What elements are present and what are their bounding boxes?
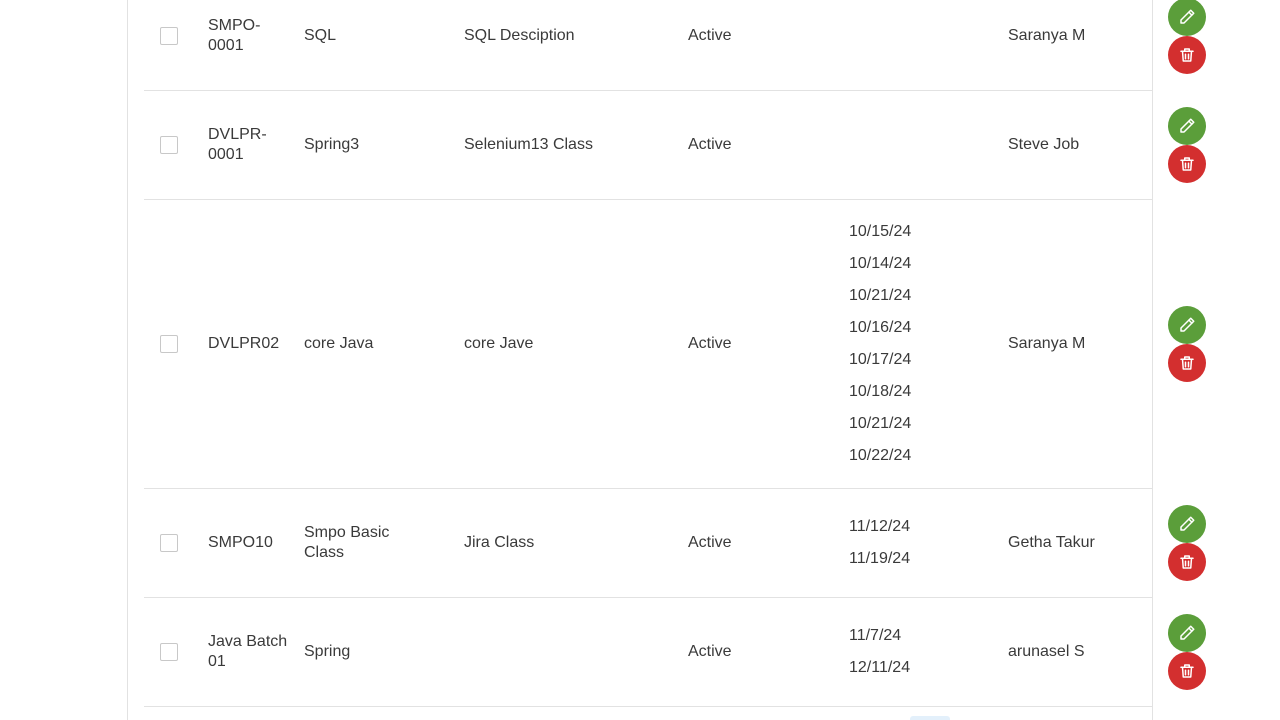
trash-icon	[1180, 664, 1194, 678]
row-checkbox[interactable]	[160, 534, 178, 552]
class-dates: 11/7/24 12/11/24	[849, 620, 969, 684]
row-actions	[1168, 614, 1206, 690]
pencil-icon	[1180, 317, 1195, 332]
table-row: Java Batch 01 Spring Active 11/7/24 12/1…	[144, 598, 1206, 707]
row-actions	[1168, 107, 1206, 183]
batch-trainer: Getha Takur	[1008, 534, 1095, 551]
class-date: 10/18/24	[849, 383, 912, 400]
table-row: SMPO-0001 SQL SQL Desciption Active Sara…	[144, 0, 1206, 91]
batch-status: Active	[688, 27, 732, 44]
batch-status: Active	[688, 136, 732, 153]
pencil-icon	[1180, 9, 1195, 24]
class-dates: 11/12/24 11/19/24	[849, 511, 969, 575]
batch-description: Jira Class	[464, 534, 535, 551]
batch-trainer: Saranya M	[1008, 335, 1086, 352]
row-actions	[1168, 505, 1206, 581]
delete-button[interactable]	[1168, 344, 1206, 382]
row-checkbox[interactable]	[160, 335, 178, 353]
table-row: DVLPR02 core Java core Jave Active 10/15…	[144, 200, 1206, 489]
edit-button[interactable]	[1168, 505, 1206, 543]
class-dates: 10/15/24 10/14/24 10/21/24 10/16/24 10/1…	[849, 216, 969, 472]
batch-name: Spring3	[304, 136, 360, 153]
batch-status: Active	[688, 643, 732, 660]
table-row: DVLPR-0001 Spring3 Selenium13 Class Acti…	[144, 91, 1206, 200]
row-checkbox[interactable]	[160, 136, 178, 154]
pencil-icon	[1180, 118, 1195, 133]
class-date: 10/17/24	[849, 351, 912, 368]
row-checkbox-cell	[160, 643, 178, 661]
row-actions	[1168, 0, 1206, 74]
trash-icon	[1180, 48, 1194, 62]
batch-name: Spring	[304, 643, 351, 660]
delete-button[interactable]	[1168, 145, 1206, 183]
table-row: SMPO10 Smpo Basic Class Jira Class Activ…	[144, 489, 1206, 598]
pencil-icon	[1180, 625, 1195, 640]
delete-button[interactable]	[1168, 36, 1206, 74]
row-checkbox[interactable]	[160, 643, 178, 661]
batch-description: Selenium13 Class	[464, 136, 593, 153]
batch-name: Smpo Basic Class	[304, 524, 390, 561]
batch-code: DVLPR02	[208, 335, 280, 352]
batch-trainer: Steve Job	[1008, 136, 1080, 153]
batch-status: Active	[688, 335, 732, 352]
batch-trainer: Saranya M	[1008, 27, 1086, 44]
left-divider	[127, 0, 128, 720]
batch-code: DVLPR-0001	[208, 126, 267, 163]
batch-name: core Java	[304, 335, 374, 352]
delete-button[interactable]	[1168, 652, 1206, 690]
batch-description: core Jave	[464, 335, 534, 352]
trash-icon	[1180, 157, 1194, 171]
class-date: 10/21/24	[849, 287, 912, 304]
row-checkbox-cell	[160, 534, 178, 552]
class-date: 11/7/24	[849, 627, 902, 644]
batch-status: Active	[688, 534, 732, 551]
trash-icon	[1180, 555, 1194, 569]
row-checkbox[interactable]	[160, 27, 178, 45]
edit-button[interactable]	[1168, 614, 1206, 652]
batch-name: SQL	[304, 27, 337, 44]
class-date: 10/16/24	[849, 319, 912, 336]
class-date: 10/22/24	[849, 447, 912, 464]
row-checkbox-cell	[160, 27, 178, 45]
row-actions	[1168, 306, 1206, 382]
batch-description: SQL Desciption	[464, 27, 575, 44]
delete-button[interactable]	[1168, 543, 1206, 581]
row-checkbox-cell	[160, 136, 178, 154]
class-date: 11/12/24	[849, 518, 911, 535]
batch-code: Java Batch 01	[208, 633, 288, 670]
class-date: 10/15/24	[849, 223, 912, 240]
pagination-button[interactable]	[910, 716, 950, 720]
class-date: 10/14/24	[849, 255, 912, 272]
batch-code: SMPO10	[208, 534, 273, 551]
row-checkbox-cell	[160, 335, 178, 353]
edit-button[interactable]	[1168, 0, 1206, 36]
batch-table: SMPO-0001 SQL SQL Desciption Active Sara…	[144, 0, 1280, 707]
batch-trainer: arunasel S	[1008, 643, 1085, 660]
trash-icon	[1180, 356, 1194, 370]
class-date: 12/11/24	[849, 659, 911, 676]
edit-button[interactable]	[1168, 107, 1206, 145]
pencil-icon	[1180, 516, 1195, 531]
batch-code: SMPO-0001	[208, 17, 261, 54]
class-date: 10/21/24	[849, 415, 912, 432]
class-date: 11/19/24	[849, 550, 911, 567]
edit-button[interactable]	[1168, 306, 1206, 344]
page: SMPO-0001 SQL SQL Desciption Active Sara…	[0, 0, 1280, 720]
